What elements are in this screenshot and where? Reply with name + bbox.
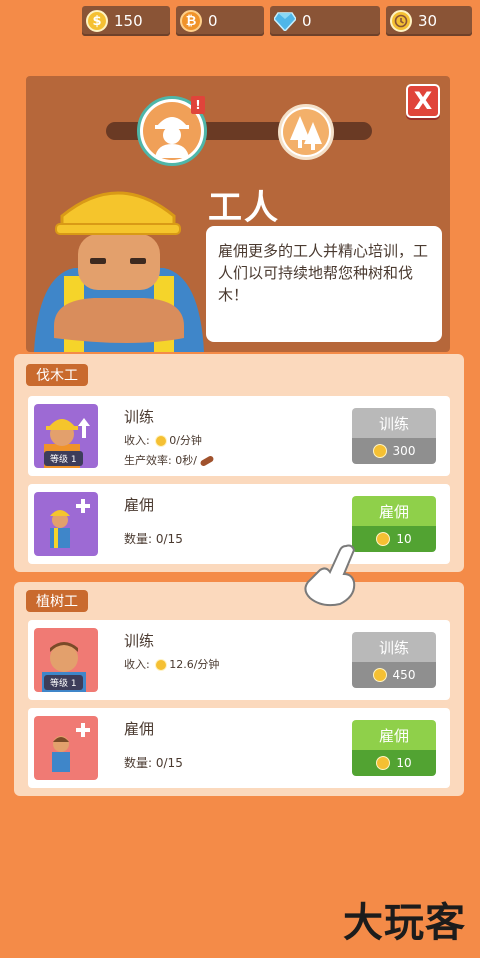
coin-icon xyxy=(155,659,168,671)
log-icon xyxy=(199,454,215,468)
planter-hire-avatar xyxy=(34,716,98,780)
clock-icon xyxy=(390,10,412,32)
page-title: 工人 xyxy=(208,188,280,228)
hire-button-label: 雇佣 xyxy=(352,720,436,750)
train-button-label: 训练 xyxy=(352,408,436,438)
count-value: 0/15 xyxy=(155,532,183,546)
lumberjack-avatar: 等级 1 xyxy=(34,404,98,468)
trees-icon xyxy=(283,109,329,155)
section-tag: 伐木工 xyxy=(26,364,88,386)
income-line: 收入: 0/分钟 xyxy=(124,432,202,448)
coin-icon xyxy=(376,532,391,546)
train-title: 训练 xyxy=(124,408,155,426)
diamond-value: 0 xyxy=(302,12,312,30)
train-cost: 450 xyxy=(392,668,416,682)
coin-icon xyxy=(376,756,391,770)
worker-illustration xyxy=(34,176,204,352)
lumberjack-hire-avatar xyxy=(34,492,98,556)
clock-value: 30 xyxy=(418,12,438,30)
income-value: 0/分钟 xyxy=(169,434,202,447)
planter-train-row: 等级 1 训练 收入: 12.6/分钟 训练 450 xyxy=(28,620,450,700)
worker-description: 雇佣更多的工人并精心培训，工人们以可持续地帮您种树和伐木！ xyxy=(206,226,442,342)
coin-icon xyxy=(155,435,168,447)
train-button[interactable]: 训练 300 xyxy=(352,408,436,464)
currency-bar: $ 150 ₿ 0 0 30 xyxy=(82,6,472,36)
diamond-counter: 0 xyxy=(270,6,380,36)
planter-avatar: 等级 1 xyxy=(34,628,98,692)
tree-node[interactable] xyxy=(278,104,334,160)
income-value: 12.6/分钟 xyxy=(169,658,220,671)
planter-hire-row: 雇佣 数量: 0/15 雇佣 10 xyxy=(28,708,450,788)
lumberjack-section: 伐木工 等级 1 训练 收入: 0/分钟 生产效率: 0秒/ 训练 300 雇佣… xyxy=(14,354,464,572)
count-value: 0/15 xyxy=(155,756,183,770)
efficiency-value: 0秒/ xyxy=(175,454,197,467)
gold-counter: $ 150 xyxy=(82,6,170,36)
train-cost: 300 xyxy=(392,444,416,458)
hire-button[interactable]: 雇佣 10 xyxy=(352,496,436,552)
gold-value: 150 xyxy=(114,12,143,30)
bitcoin-icon: ₿ xyxy=(180,10,202,32)
hire-button-label: 雇佣 xyxy=(352,496,436,526)
close-button[interactable]: X xyxy=(406,84,440,118)
hire-title: 雇佣 xyxy=(124,496,155,514)
lumberjack-train-row: 等级 1 训练 收入: 0/分钟 生产效率: 0秒/ 训练 300 xyxy=(28,396,450,476)
hire-cost: 10 xyxy=(396,532,412,546)
efficiency-label: 生产效率: xyxy=(124,454,172,467)
bitcoin-counter: ₿ 0 xyxy=(176,6,264,36)
alert-badge: ! xyxy=(191,96,205,114)
hire-cost: 10 xyxy=(396,756,412,770)
count-label: 数量: xyxy=(124,532,153,546)
section-tag: 植树工 xyxy=(26,590,88,612)
count-line: 数量: 0/15 xyxy=(124,754,183,771)
tutorial-hand-icon xyxy=(300,540,364,608)
level-badge: 等级 1 xyxy=(44,675,83,690)
income-line: 收入: 12.6/分钟 xyxy=(124,656,219,672)
train-button-label: 训练 xyxy=(352,632,436,662)
planter-section: 植树工 等级 1 训练 收入: 12.6/分钟 训练 450 雇佣 数量: 0/… xyxy=(14,582,464,796)
efficiency-line: 生产效率: 0秒/ xyxy=(124,452,215,468)
bitcoin-value: 0 xyxy=(208,12,218,30)
count-label: 数量: xyxy=(124,756,153,770)
income-label: 收入: xyxy=(124,434,150,447)
hire-title: 雇佣 xyxy=(124,720,155,738)
watermark: 大玩客 xyxy=(343,900,466,946)
income-label: 收入: xyxy=(124,658,150,671)
lumberjack-hire-row: 雇佣 数量: 0/15 雇佣 10 xyxy=(28,484,450,564)
coin-icon xyxy=(372,668,387,682)
level-badge: 等级 1 xyxy=(44,451,83,466)
coin-icon xyxy=(372,444,387,458)
count-line: 数量: 0/15 xyxy=(124,530,183,547)
close-icon: X xyxy=(413,87,433,115)
diamond-icon xyxy=(274,10,296,32)
clock-counter: 30 xyxy=(386,6,472,36)
train-button[interactable]: 训练 450 xyxy=(352,632,436,688)
hire-button[interactable]: 雇佣 10 xyxy=(352,720,436,776)
train-title: 训练 xyxy=(124,632,155,650)
gold-coin-icon: $ xyxy=(86,10,108,32)
